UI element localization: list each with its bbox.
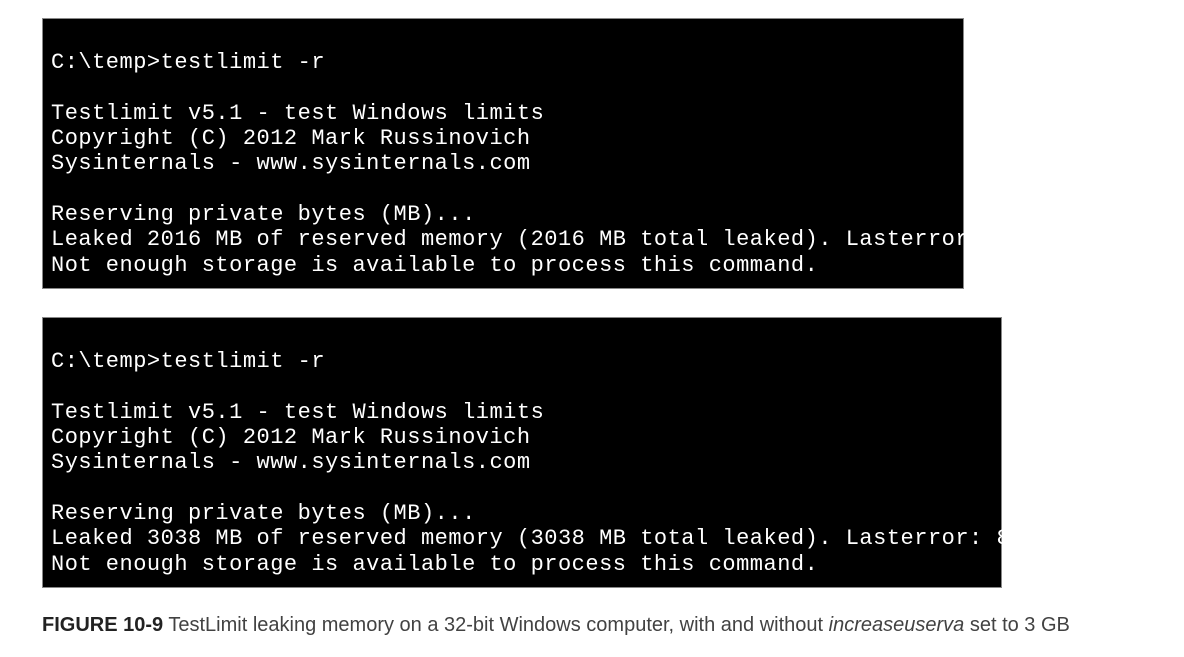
figure-page: C:\temp>testlimit -r Testlimit v5.1 - te…: [0, 0, 1184, 657]
output-line: Not enough storage is available to proce…: [51, 552, 818, 577]
cmd-prompt-2: C:\temp>testlimit -r: [51, 349, 325, 374]
output-line: Reserving private bytes (MB)...: [51, 501, 476, 526]
terminal-output-2: C:\temp>testlimit -r Testlimit v5.1 - te…: [42, 317, 1002, 588]
banner-line: Copyright (C) 2012 Mark Russinovich: [51, 425, 531, 450]
figure-caption: FIGURE 10-9 TestLimit leaking memory on …: [42, 612, 1122, 639]
banner-line: Sysinternals - www.sysinternals.com: [51, 450, 531, 475]
caption-text-after: set to 3 GB: [964, 614, 1070, 636]
banner-line: Sysinternals - www.sysinternals.com: [51, 151, 531, 176]
output-line: Reserving private bytes (MB)...: [51, 202, 476, 227]
output-line: Leaked 2016 MB of reserved memory (2016 …: [51, 227, 1010, 252]
caption-text-before: TestLimit leaking memory on a 32-bit Win…: [163, 614, 829, 636]
cmd-prompt-1: C:\temp>testlimit -r: [51, 50, 325, 75]
banner-line: Copyright (C) 2012 Mark Russinovich: [51, 126, 531, 151]
banner-line: Testlimit v5.1 - test Windows limits: [51, 400, 544, 425]
output-line: Not enough storage is available to proce…: [51, 253, 818, 278]
banner-line: Testlimit v5.1 - test Windows limits: [51, 101, 544, 126]
terminal-output-1: C:\temp>testlimit -r Testlimit v5.1 - te…: [42, 18, 964, 289]
caption-italic-term: increaseuserva: [829, 614, 965, 636]
figure-label: FIGURE 10-9: [42, 614, 163, 636]
output-line: Leaked 3038 MB of reserved memory (3038 …: [51, 526, 1010, 551]
